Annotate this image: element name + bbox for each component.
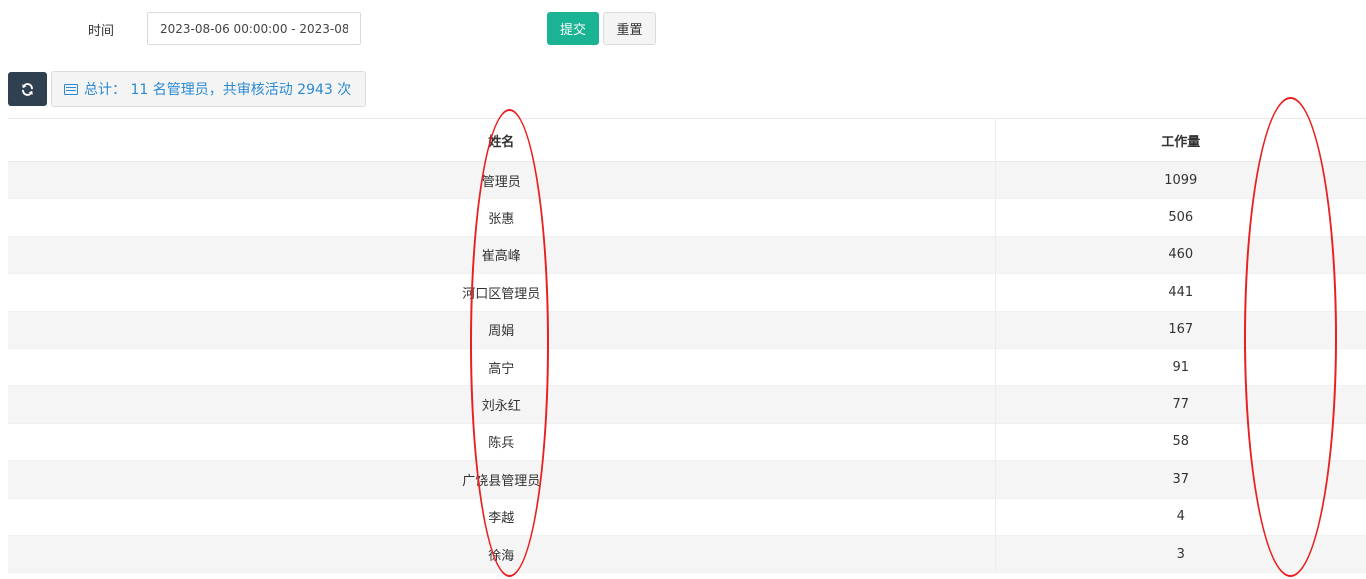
cell-name: 徐海 bbox=[8, 535, 996, 574]
cell-name: 管理员 bbox=[8, 161, 996, 200]
summary-badge: 总计： 11 名管理员，共审核活动 2943 次 bbox=[51, 71, 366, 107]
cell-name: 河口区管理员 bbox=[8, 273, 996, 312]
cell-workload: 91 bbox=[995, 348, 1366, 387]
cell-workload: 1099 bbox=[995, 161, 1366, 200]
cell-workload: 37 bbox=[995, 460, 1366, 499]
refresh-button[interactable] bbox=[8, 72, 47, 106]
cell-name: 李越 bbox=[8, 498, 996, 536]
table-header-row: 姓名 工作量 bbox=[8, 118, 1366, 162]
table-row: 周娟 167 bbox=[8, 311, 1366, 349]
table-row: 陈兵 58 bbox=[8, 423, 1366, 462]
cell-workload: 77 bbox=[995, 385, 1366, 424]
table-row: 张惠 506 bbox=[8, 198, 1366, 237]
submit-button[interactable]: 提交 bbox=[547, 12, 599, 45]
date-range-input[interactable] bbox=[147, 12, 361, 45]
cell-workload: 58 bbox=[995, 423, 1366, 462]
column-header-name[interactable]: 姓名 bbox=[8, 118, 996, 162]
workload-table: 姓名 工作量 管理员 1099 张惠 506 崔高峰 460 河口区管理员 44… bbox=[8, 118, 1366, 574]
cell-workload: 441 bbox=[995, 273, 1366, 312]
table-row: 崔高峰 460 bbox=[8, 236, 1366, 275]
table-row: 管理员 1099 bbox=[8, 161, 1366, 200]
summary-text: 总计： 11 名管理员，共审核活动 2943 次 bbox=[84, 82, 352, 98]
cell-name: 高宁 bbox=[8, 348, 996, 387]
table-row: 李越 4 bbox=[8, 498, 1366, 536]
table-row: 广饶县管理员 37 bbox=[8, 460, 1366, 499]
cell-name: 张惠 bbox=[8, 198, 996, 237]
table-row: 高宁 91 bbox=[8, 348, 1366, 387]
cell-name: 周娟 bbox=[8, 311, 996, 349]
cell-name: 刘永红 bbox=[8, 385, 996, 424]
refresh-icon bbox=[22, 82, 33, 96]
table-row: 刘永红 77 bbox=[8, 385, 1366, 424]
cell-name: 陈兵 bbox=[8, 423, 996, 462]
cell-workload: 460 bbox=[995, 236, 1366, 275]
cell-workload: 506 bbox=[995, 198, 1366, 237]
table-row: 河口区管理员 441 bbox=[8, 273, 1366, 312]
cell-workload: 3 bbox=[995, 535, 1366, 574]
cell-workload: 167 bbox=[995, 311, 1366, 349]
workload-table-container: 姓名 工作量 管理员 1099 张惠 506 崔高峰 460 河口区管理员 44… bbox=[8, 118, 1366, 574]
cell-name: 崔高峰 bbox=[8, 236, 996, 275]
list-alt-icon bbox=[64, 83, 78, 95]
cell-workload: 4 bbox=[995, 498, 1366, 536]
table-row: 徐海 3 bbox=[8, 535, 1366, 574]
reset-button[interactable]: 重置 bbox=[603, 12, 656, 45]
column-header-workload[interactable]: 工作量 bbox=[995, 118, 1366, 162]
cell-name: 广饶县管理员 bbox=[8, 460, 996, 499]
time-label: 时间 bbox=[88, 24, 115, 39]
